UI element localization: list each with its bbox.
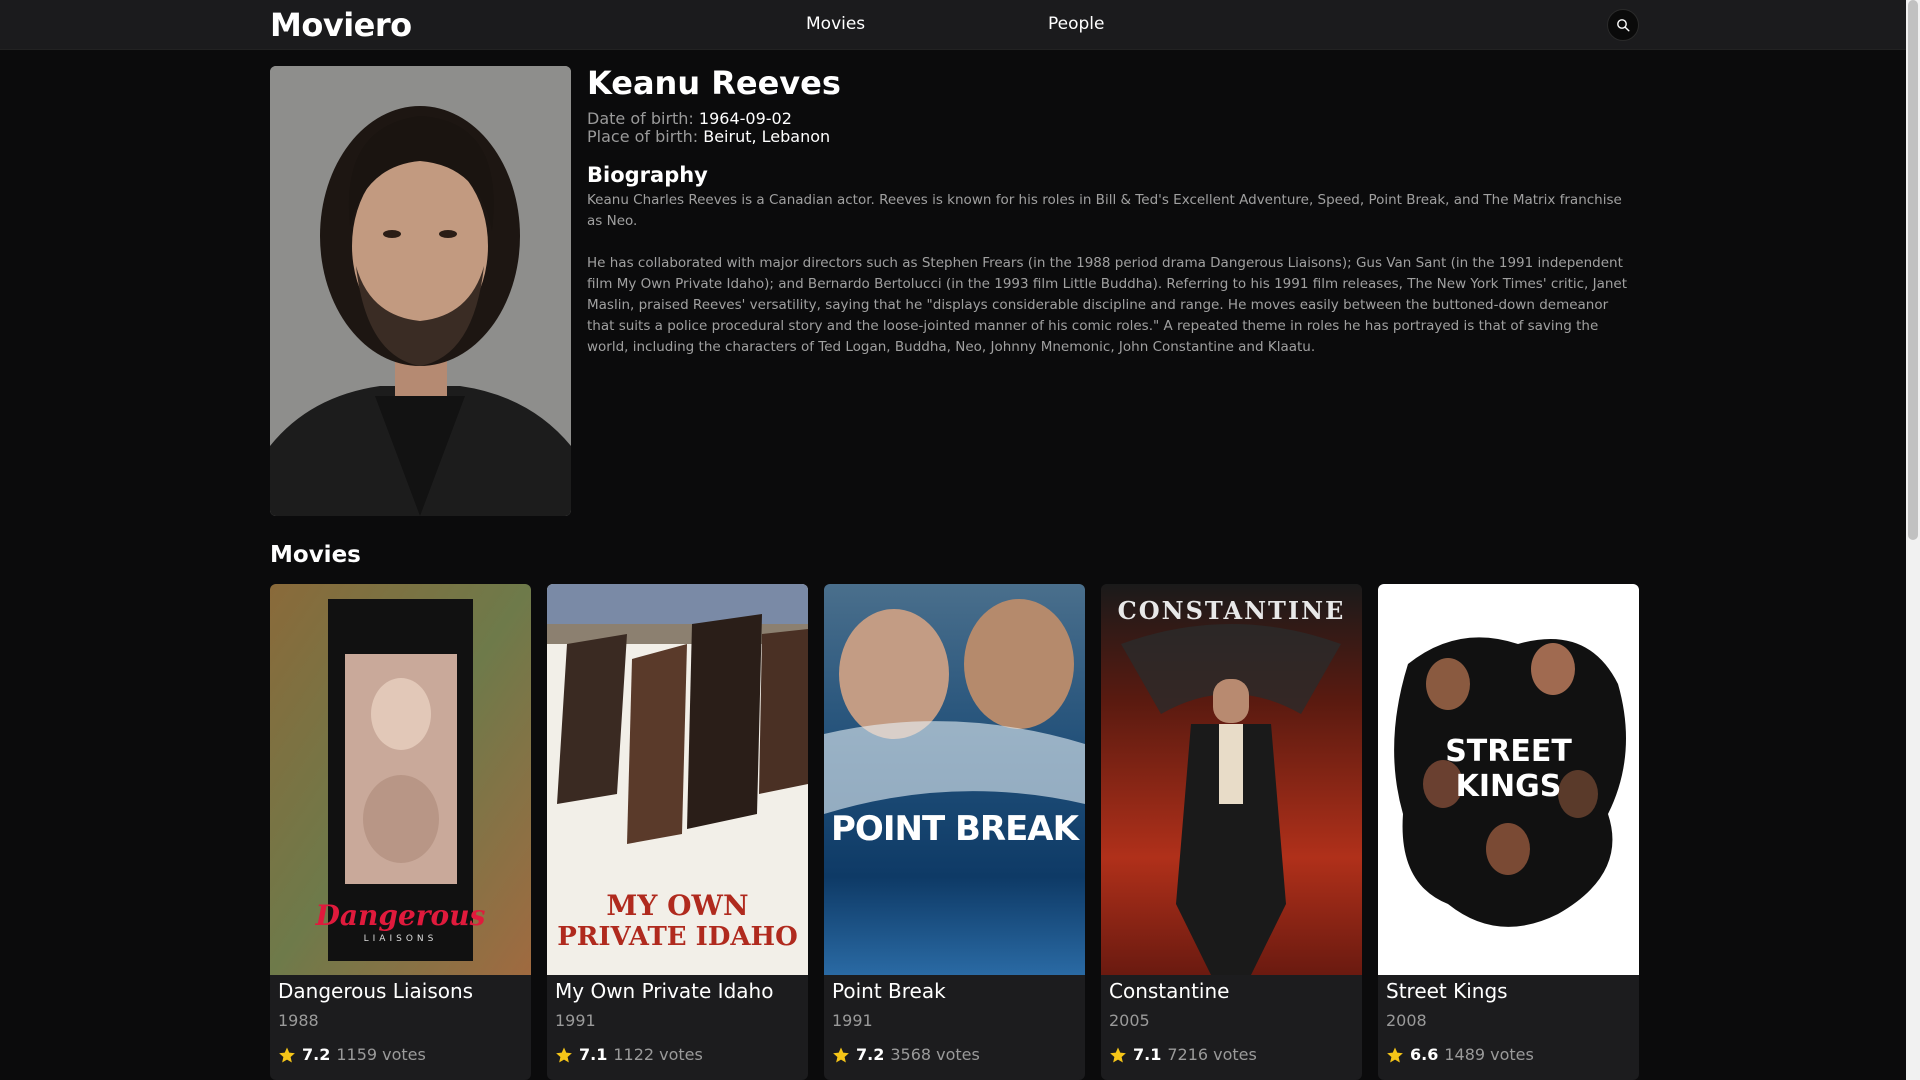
star-icon xyxy=(279,1047,295,1062)
date-of-birth-value: 1964-09-02 xyxy=(698,109,792,128)
biography-paragraph: Keanu Charles Reeves is a Canadian actor… xyxy=(587,192,1622,229)
biography-text: Keanu Charles Reeves is a Canadian actor… xyxy=(587,190,1639,358)
movie-rating: 6.6 1489 votes xyxy=(1386,1045,1534,1064)
movie-rating: 7.1 1122 votes xyxy=(555,1045,703,1064)
poster-title: Dangerous xyxy=(315,899,486,932)
movie-title[interactable]: Dangerous Liaisons xyxy=(278,979,473,1003)
movie-year: 2008 xyxy=(1386,1011,1427,1030)
star-icon xyxy=(556,1047,572,1062)
movies-section-title: Movies xyxy=(270,542,361,568)
poster-image xyxy=(824,584,1085,975)
biography-paragraph: He has collaborated with major directors… xyxy=(587,255,1628,355)
place-of-birth-row: Place of birth: Beirut, Lebanon xyxy=(587,127,830,146)
rating-score: 7.1 xyxy=(1133,1045,1162,1064)
movie-poster[interactable]: STREET KINGS xyxy=(1378,584,1639,975)
place-of-birth-label: Place of birth: xyxy=(587,127,699,146)
person-name: Keanu Reeves xyxy=(587,64,841,102)
search-icon xyxy=(1617,19,1630,32)
vote-count: 7216 votes xyxy=(1167,1045,1257,1064)
star-icon xyxy=(1110,1047,1126,1062)
star-icon xyxy=(833,1047,849,1062)
date-of-birth-row: Date of birth: 1964-09-02 xyxy=(587,109,792,128)
poster-title: CONSTANTINE xyxy=(1117,596,1346,625)
movie-rating: 7.2 3568 votes xyxy=(832,1045,980,1064)
biography-heading: Biography xyxy=(587,163,708,187)
movie-rating: 7.1 7216 votes xyxy=(1109,1045,1257,1064)
movie-card[interactable]: Dangerous LIAISONS Dangerous Liaisons 19… xyxy=(270,584,531,1080)
nav-link-people[interactable]: People xyxy=(1048,14,1104,34)
vote-count: 1159 votes xyxy=(336,1045,426,1064)
poster-subtitle: LIAISONS xyxy=(363,934,438,944)
movie-title[interactable]: Street Kings xyxy=(1386,979,1508,1003)
portrait-image xyxy=(270,66,571,516)
vote-count: 3568 votes xyxy=(890,1045,980,1064)
scrollbar-thumb[interactable] xyxy=(1908,0,1918,540)
movie-poster[interactable]: CONSTANTINE xyxy=(1101,584,1362,975)
movie-year: 2005 xyxy=(1109,1011,1150,1030)
poster-image xyxy=(1101,584,1362,975)
poster-title: POINT BREAK xyxy=(831,809,1079,849)
poster-title: STREET xyxy=(1445,734,1572,769)
place-of-birth-value: Beirut, Lebanon xyxy=(703,127,831,146)
movie-card[interactable]: CONSTANTINE Constantine 2005 7.1 7216 vo… xyxy=(1101,584,1362,1080)
poster-subtitle: PRIVATE IDAHO xyxy=(557,922,798,952)
star-icon xyxy=(1387,1047,1403,1062)
movie-card[interactable]: POINT BREAK Point Break 1991 7.2 3568 vo… xyxy=(824,584,1085,1080)
date-of-birth-label: Date of birth: xyxy=(587,109,694,128)
rating-score: 7.2 xyxy=(856,1045,885,1064)
movie-card[interactable]: MY OWN PRIVATE IDAHO My Own Private Idah… xyxy=(547,584,808,1080)
movie-poster[interactable]: MY OWN PRIVATE IDAHO xyxy=(547,584,808,975)
nav-link-movies[interactable]: Movies xyxy=(806,14,865,34)
movie-year: 1991 xyxy=(832,1011,873,1030)
rating-score: 7.2 xyxy=(302,1045,331,1064)
movie-card-list: Dangerous LIAISONS Dangerous Liaisons 19… xyxy=(270,584,1639,1080)
movie-title[interactable]: Point Break xyxy=(832,979,946,1003)
poster-subtitle: KINGS xyxy=(1455,769,1562,804)
movie-card[interactable]: STREET KINGS Street Kings 2008 6.6 1489 … xyxy=(1378,584,1639,1080)
rating-score: 6.6 xyxy=(1410,1045,1439,1064)
poster-title: MY OWN xyxy=(606,889,749,922)
movie-rating: 7.2 1159 votes xyxy=(278,1045,426,1064)
page-scrollbar[interactable] xyxy=(1906,0,1920,1080)
vote-count: 1122 votes xyxy=(613,1045,703,1064)
movie-title[interactable]: Constantine xyxy=(1109,979,1229,1003)
movie-poster[interactable]: POINT BREAK xyxy=(824,584,1085,975)
vote-count: 1489 votes xyxy=(1444,1045,1534,1064)
top-navigation-bar: Moviero Movies People xyxy=(0,0,1906,50)
person-profile-photo xyxy=(270,66,571,516)
movie-poster[interactable]: Dangerous LIAISONS xyxy=(270,584,531,975)
movie-year: 1991 xyxy=(555,1011,596,1030)
search-button[interactable] xyxy=(1607,9,1639,41)
site-logo[interactable]: Moviero xyxy=(270,6,412,44)
movie-year: 1988 xyxy=(278,1011,319,1030)
rating-score: 7.1 xyxy=(579,1045,608,1064)
movie-title[interactable]: My Own Private Idaho xyxy=(555,979,773,1003)
